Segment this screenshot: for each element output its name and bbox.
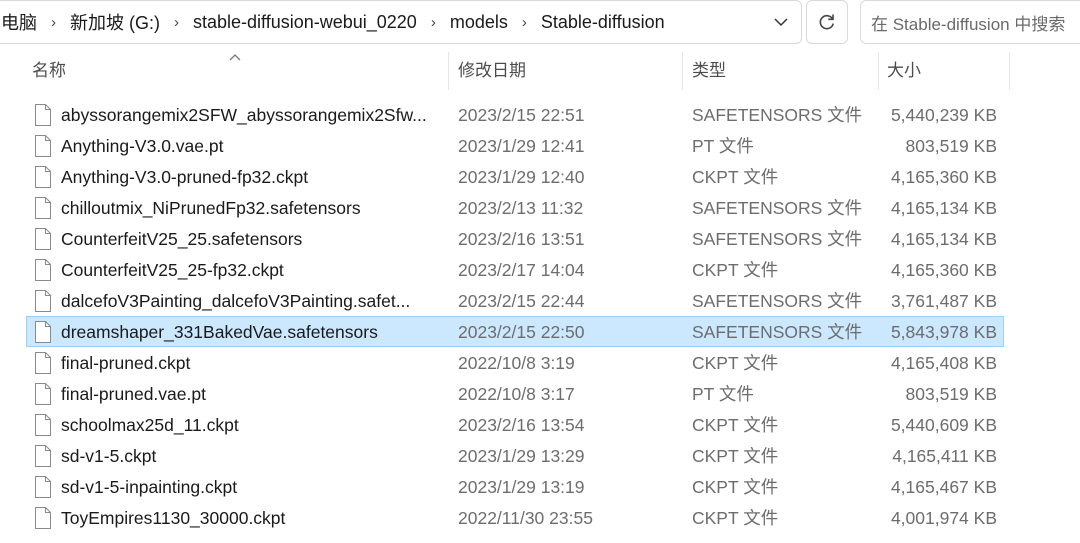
file-type: PT 文件 — [692, 136, 754, 156]
breadcrumb-item-models[interactable]: models — [444, 12, 514, 33]
file-name: sd-v1-5-inpainting.ckpt — [61, 477, 238, 497]
file-type: CKPT 文件 — [692, 260, 779, 280]
breadcrumb-separator-icon[interactable]: › — [43, 14, 64, 31]
file-modified-date: 2023/2/15 22:44 — [458, 291, 585, 311]
column-divider[interactable] — [1009, 52, 1010, 90]
file-name: Anything-V3.0-pruned-fp32.ckpt — [61, 167, 309, 187]
column-header-name[interactable]: 名称 — [26, 52, 446, 90]
file-row[interactable]: sd-v1-5.ckpt 2023/1/29 13:29 CKPT 文件 4,165,… — [26, 440, 1004, 471]
file-modified-date: 2023/2/15 22:51 — [458, 105, 585, 125]
breadcrumb-separator-icon[interactable]: › — [166, 14, 187, 31]
file-modified-date: 2022/10/8 3:17 — [458, 384, 575, 404]
file-name: CounterfeitV25_25.safetensors — [61, 229, 303, 249]
file-type: CKPT 文件 — [692, 508, 779, 528]
file-row[interactable]: Anything-V3.0-pruned-fp32.ckpt 2023/1/29 … — [26, 161, 1004, 192]
column-header-type[interactable]: 类型 — [686, 52, 880, 90]
file-size: 803,519 KB — [905, 136, 997, 156]
file-row[interactable]: dreamshaper_331BakedVae.safetensors 2023/… — [26, 316, 1004, 347]
file-name: Anything-V3.0.vae.pt — [61, 136, 224, 156]
file-type: CKPT 文件 — [692, 353, 779, 373]
file-row[interactable]: CounterfeitV25_25-fp32.ckpt 2023/2/17 14:… — [26, 254, 1004, 285]
refresh-button[interactable] — [806, 0, 848, 44]
file-size: 3,761,487 KB — [890, 291, 997, 311]
file-size: 4,165,408 KB — [890, 353, 997, 373]
file-modified-date: 2023/2/15 22:50 — [458, 322, 585, 342]
column-header: 名称 修改日期 类型 大小 — [26, 52, 1010, 90]
file-type: CKPT 文件 — [692, 446, 779, 466]
file-name: final-pruned.vae.pt — [61, 384, 206, 404]
file-modified-date: 2023/2/16 13:54 — [458, 415, 585, 435]
breadcrumb: 电脑 › 新加坡 (G:) › stable-diffusion-webui_0… — [0, 9, 761, 35]
breadcrumb-separator-icon[interactable]: › — [514, 14, 535, 31]
file-row[interactable]: dalcefoV3Painting_dalcefoV3Painting.safe… — [26, 285, 1004, 316]
address-bar[interactable]: 电脑 › 新加坡 (G:) › stable-diffusion-webui_0… — [0, 0, 802, 44]
file-row[interactable]: CounterfeitV25_25.safetensors 2023/2/16 1… — [26, 223, 1004, 254]
column-divider[interactable] — [448, 52, 449, 90]
file-name: sd-v1-5.ckpt — [61, 446, 157, 466]
file-type: CKPT 文件 — [692, 167, 779, 187]
file-row[interactable]: abyssorangemix2SFW_abyssorangemix2Sfw...… — [26, 99, 1004, 130]
column-header-size[interactable]: 大小 — [881, 52, 1009, 90]
file-size: 5,843,978 KB — [890, 322, 997, 342]
file-type: CKPT 文件 — [692, 415, 779, 435]
file-modified-date: 2022/10/8 3:19 — [458, 353, 575, 373]
file-list: abyssorangemix2SFW_abyssorangemix2Sfw...… — [26, 99, 1004, 533]
file-modified-date: 2023/2/13 11:32 — [458, 198, 584, 218]
chevron-down-icon[interactable] — [761, 17, 801, 27]
file-modified-date: 2023/2/17 14:04 — [458, 260, 585, 280]
file-modified-date: 2023/1/29 13:19 — [458, 477, 585, 497]
file-name: CounterfeitV25_25-fp32.ckpt — [61, 260, 284, 280]
file-name: dreamshaper_331BakedVae.safetensors — [61, 322, 378, 342]
file-size: 803,519 KB — [905, 384, 997, 404]
file-size: 4,165,360 KB — [890, 260, 997, 280]
search-input[interactable]: 在 Stable-diffusion 中搜索 — [860, 0, 1080, 44]
column-divider[interactable] — [682, 52, 683, 90]
file-modified-date: 2023/1/29 12:41 — [458, 136, 585, 156]
file-size: 4,165,411 KB — [892, 446, 997, 466]
file-size: 5,440,609 KB — [890, 415, 997, 435]
file-name: abyssorangemix2SFW_abyssorangemix2Sfw... — [61, 105, 427, 125]
file-type: PT 文件 — [692, 384, 754, 404]
file-type: CKPT 文件 — [692, 477, 779, 497]
file-row[interactable]: sd-v1-5-inpainting.ckpt 2023/1/29 13:19 CK… — [26, 471, 1004, 502]
file-name: final-pruned.ckpt — [61, 353, 191, 373]
file-type: SAFETENSORS 文件 — [692, 105, 863, 125]
file-size: 4,165,134 KB — [890, 198, 997, 218]
file-modified-date: 2022/11/30 23:55 — [458, 508, 593, 528]
file-type: SAFETENSORS 文件 — [692, 229, 863, 249]
file-modified-date: 2023/1/29 13:29 — [458, 446, 585, 466]
file-row[interactable]: schoolmax25d_11.ckpt 2023/2/16 13:54 CKPT … — [26, 409, 1004, 440]
file-type: SAFETENSORS 文件 — [692, 198, 863, 218]
file-modified-date: 2023/2/16 13:51 — [458, 229, 585, 249]
file-size: 4,165,134 KB — [890, 229, 997, 249]
file-size: 4,165,360 KB — [890, 167, 997, 187]
breadcrumb-item-pc[interactable]: 电脑 — [0, 9, 43, 35]
file-name: chilloutmix_NiPrunedFp32.safetensors — [61, 198, 361, 218]
file-row[interactable]: ToyEmpires1130_30000.ckpt 2022/11/30 23:5… — [26, 502, 1004, 533]
file-size: 4,001,974 KB — [890, 508, 997, 528]
file-row[interactable]: final-pruned.vae.pt 2022/10/8 3:17 PT 文件 80… — [26, 378, 1004, 409]
breadcrumb-item-webui[interactable]: stable-diffusion-webui_0220 — [187, 12, 423, 33]
file-size: 4,165,467 KB — [890, 477, 997, 497]
column-header-date[interactable]: 修改日期 — [452, 52, 686, 90]
file-name: ToyEmpires1130_30000.ckpt — [61, 508, 286, 528]
file-name: dalcefoV3Painting_dalcefoV3Painting.safe… — [61, 291, 411, 311]
file-type: SAFETENSORS 文件 — [692, 291, 863, 311]
file-name: schoolmax25d_11.ckpt — [61, 415, 239, 435]
refresh-icon — [819, 14, 834, 30]
breadcrumb-separator-icon[interactable]: › — [423, 14, 444, 31]
breadcrumb-item-drive[interactable]: 新加坡 (G:) — [64, 9, 166, 35]
file-row[interactable]: Anything-V3.0.vae.pt 2023/1/29 12:41 PT 文件… — [26, 130, 1004, 161]
file-icon — [35, 507, 51, 539]
file-row[interactable]: chilloutmix_NiPrunedFp32.safetensors 2023… — [26, 192, 1004, 223]
file-modified-date: 2023/1/29 12:40 — [458, 167, 585, 187]
breadcrumb-item-stable-diffusion[interactable]: Stable-diffusion — [535, 12, 671, 33]
file-type: SAFETENSORS 文件 — [692, 322, 863, 342]
file-row[interactable]: final-pruned.ckpt 2022/10/8 3:19 CKPT 文件 4,… — [26, 347, 1004, 378]
column-divider[interactable] — [878, 52, 879, 90]
file-size: 5,440,239 KB — [890, 105, 997, 125]
